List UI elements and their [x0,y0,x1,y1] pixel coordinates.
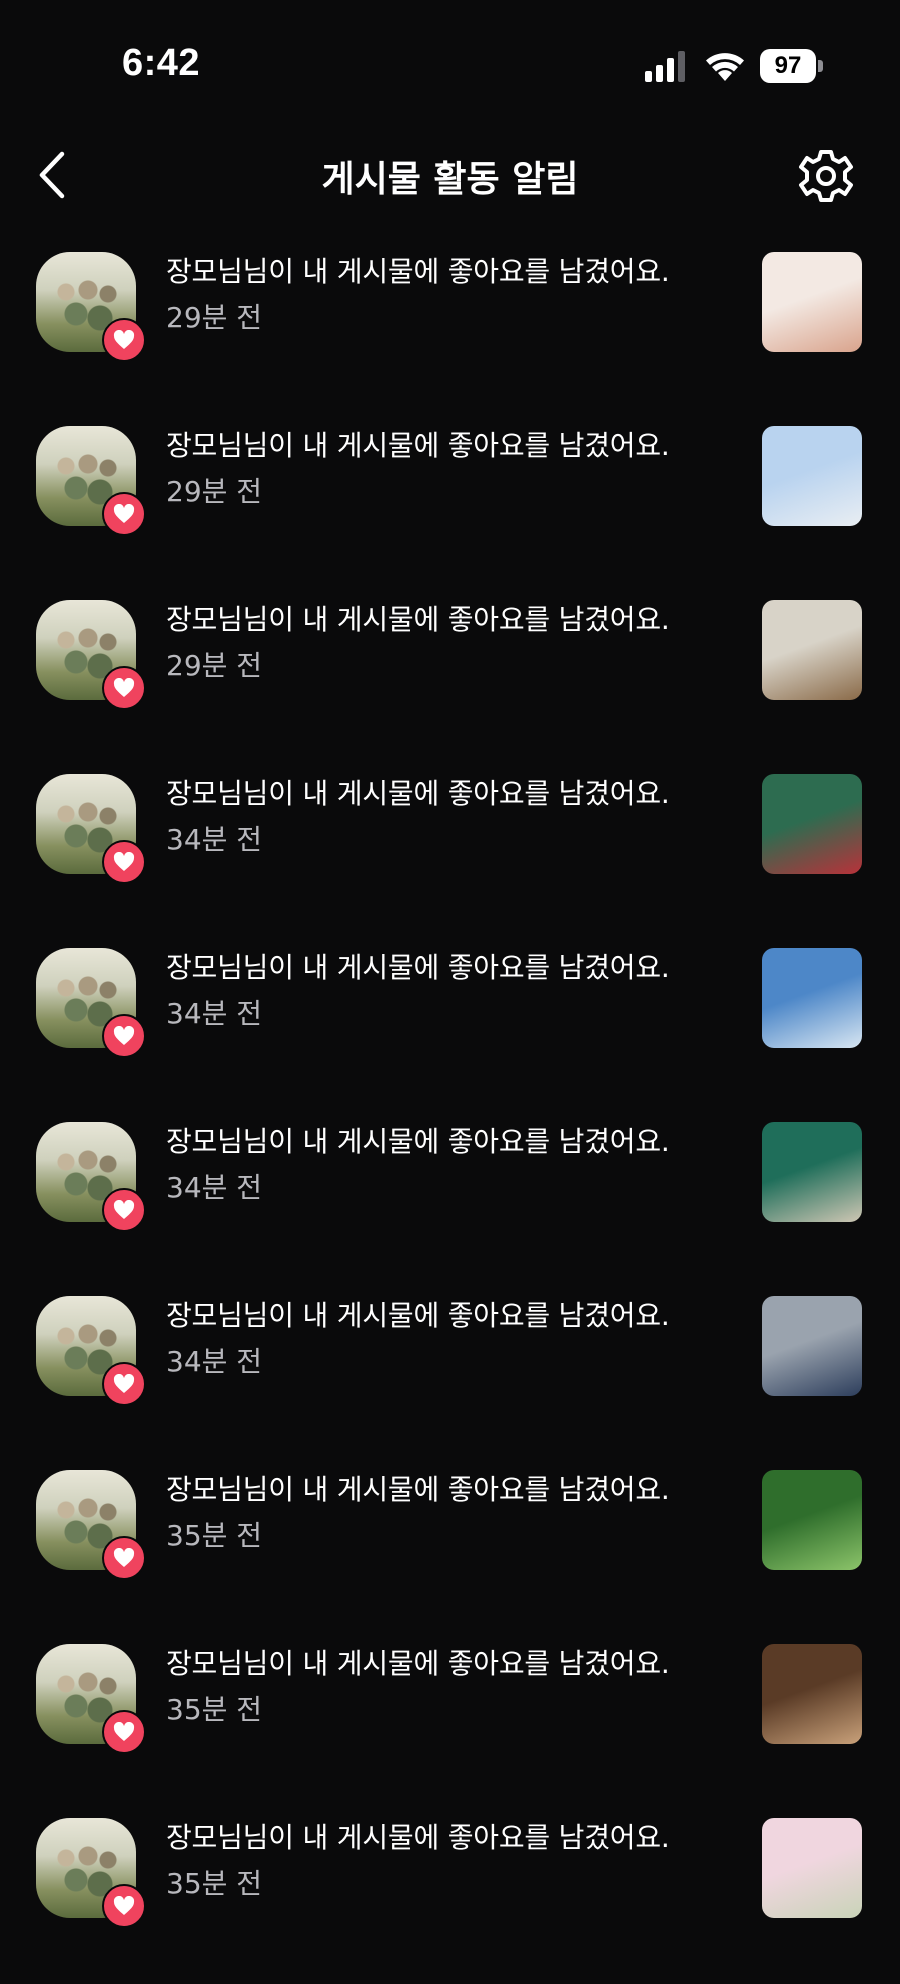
notification-time: 35분 전 [166,1519,263,1552]
notification-time: 34분 전 [166,823,263,856]
avatar-with-badge[interactable] [36,948,146,1058]
notification-list: 장모님님이 내 게시물에 좋아요를 남겼어요. 29분 전 장모님님이 내 게시… [0,244,900,1984]
avatar-with-badge[interactable] [36,774,146,884]
notification-time: 35분 전 [166,1867,263,1900]
heart-icon [113,1374,135,1393]
notification-message: 장모님님이 내 게시물에 좋아요를 남겼어요. [166,1299,670,1332]
notification-message: 장모님님이 내 게시물에 좋아요를 남겼어요. [166,1647,670,1680]
notification-item[interactable]: 장모님님이 내 게시물에 좋아요를 남겼어요. 29분 전 [0,418,900,592]
post-thumbnail[interactable] [762,600,862,700]
notification-message: 장모님님이 내 게시물에 좋아요를 남겼어요. [166,951,670,984]
notification-message: 장모님님이 내 게시물에 좋아요를 남겼어요. [166,255,670,288]
avatar-with-badge[interactable] [36,1818,146,1928]
heart-icon [113,330,135,349]
post-thumbnail[interactable] [762,426,862,526]
wifi-icon [706,53,744,81]
notification-time: 29분 전 [166,301,263,334]
notification-item[interactable]: 장모님님이 내 게시물에 좋아요를 남겼어요. 34분 전 [0,1114,900,1288]
status-time: 6:42 [122,42,201,84]
heart-badge [102,318,146,362]
heart-badge [102,492,146,536]
avatar-with-badge[interactable] [36,1296,146,1406]
notification-item[interactable]: 장모님님이 내 게시물에 좋아요를 남겼어요. 35분 전 [0,1636,900,1810]
heart-badge [102,1362,146,1406]
notification-message: 장모님님이 내 게시물에 좋아요를 남겼어요. [166,1473,670,1506]
post-thumbnail[interactable] [762,1818,862,1918]
header: 게시물 활동 알림 [0,130,900,220]
post-thumbnail[interactable] [762,1470,862,1570]
status-bar: 6:42 97 [0,0,900,130]
heart-icon [113,504,135,523]
notification-item[interactable]: 장모님님이 내 게시물에 좋아요를 남겼어요. 35분 전 [0,1810,900,1984]
avatar-with-badge[interactable] [36,600,146,710]
notification-item[interactable]: 장모님님이 내 게시물에 좋아요를 남겼어요. 29분 전 [0,592,900,766]
notification-item[interactable]: 장모님님이 내 게시물에 좋아요를 남겼어요. 35분 전 [0,1462,900,1636]
avatar-with-badge[interactable] [36,1470,146,1580]
heart-badge [102,1536,146,1580]
notification-message: 장모님님이 내 게시물에 좋아요를 남겼어요. [166,1821,670,1854]
post-thumbnail[interactable] [762,252,862,352]
avatar-with-badge[interactable] [36,1644,146,1754]
notification-message: 장모님님이 내 게시물에 좋아요를 남겼어요. [166,429,670,462]
notification-time: 29분 전 [166,649,263,682]
heart-badge [102,1884,146,1928]
heart-badge [102,1710,146,1754]
notification-message: 장모님님이 내 게시물에 좋아요를 남겼어요. [166,603,670,636]
settings-gear-icon[interactable] [796,146,856,206]
post-thumbnail[interactable] [762,1296,862,1396]
heart-icon [113,852,135,871]
post-thumbnail[interactable] [762,1644,862,1744]
heart-icon [113,1548,135,1567]
heart-icon [113,1722,135,1741]
heart-icon [113,1200,135,1219]
notification-item[interactable]: 장모님님이 내 게시물에 좋아요를 남겼어요. 34분 전 [0,766,900,940]
heart-badge [102,840,146,884]
battery-icon: 97 [760,49,824,83]
heart-icon [113,678,135,697]
heart-badge [102,1014,146,1058]
notification-time: 34분 전 [166,1171,263,1204]
battery-tip [818,60,823,72]
notification-message: 장모님님이 내 게시물에 좋아요를 남겼어요. [166,1125,670,1158]
heart-badge [102,1188,146,1232]
heart-badge [102,666,146,710]
notification-time: 34분 전 [166,1345,263,1378]
notification-message: 장모님님이 내 게시물에 좋아요를 남겼어요. [166,777,670,810]
avatar-with-badge[interactable] [36,1122,146,1232]
post-thumbnail[interactable] [762,1122,862,1222]
avatar-with-badge[interactable] [36,426,146,536]
post-thumbnail[interactable] [762,948,862,1048]
notification-item[interactable]: 장모님님이 내 게시물에 좋아요를 남겼어요. 29분 전 [0,244,900,418]
notification-item[interactable]: 장모님님이 내 게시물에 좋아요를 남겼어요. 34분 전 [0,940,900,1114]
notification-time: 35분 전 [166,1693,263,1726]
page-title: 게시물 활동 알림 [321,159,579,200]
notification-time: 29분 전 [166,475,263,508]
avatar-with-badge[interactable] [36,252,146,362]
notification-time: 34분 전 [166,997,263,1030]
heart-icon [113,1896,135,1915]
heart-icon [113,1026,135,1045]
post-thumbnail[interactable] [762,774,862,874]
notification-item[interactable]: 장모님님이 내 게시물에 좋아요를 남겼어요. 34분 전 [0,1288,900,1462]
cellular-signal-icon [645,51,685,82]
battery-level: 97 [760,49,816,83]
